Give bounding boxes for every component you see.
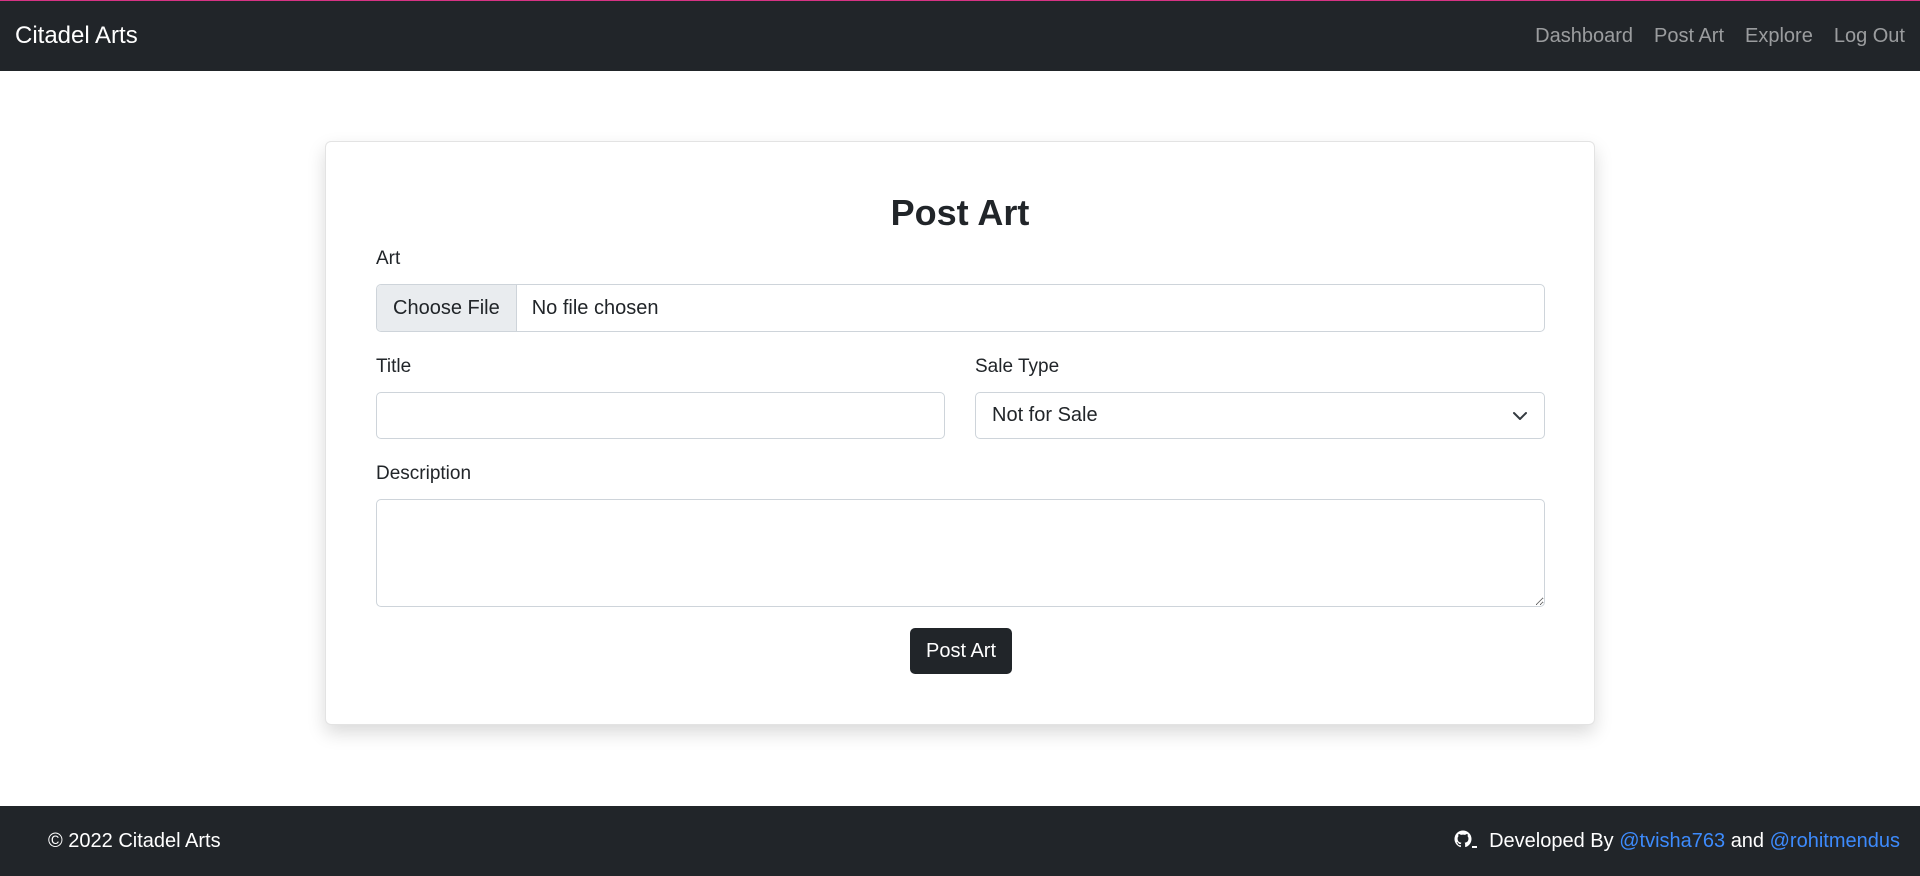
file-status-text: No file chosen <box>531 296 659 319</box>
title-input[interactable] <box>376 392 945 439</box>
page: Citadel Arts Dashboard Post Art Explore … <box>0 0 1920 876</box>
chevron-down-icon <box>1512 408 1528 424</box>
choose-file-button[interactable]: Choose File <box>377 285 517 331</box>
post-art-card: Post Art Art Choose File No file chosen … <box>325 141 1595 725</box>
brand-link[interactable]: Citadel Arts <box>15 22 138 50</box>
developed-by-text: Developed By <box>1489 829 1614 852</box>
sale-type-label: Sale Type <box>975 356 1060 377</box>
sale-type-select[interactable]: Not for Sale <box>975 392 1545 439</box>
post-art-button[interactable]: Post Art <box>910 628 1012 674</box>
developer-link-tvisha[interactable]: @tvisha763 <box>1619 830 1725 853</box>
description-textarea[interactable] <box>376 499 1545 607</box>
nav-links: Dashboard Post Art Explore Log Out <box>1514 25 1905 48</box>
developer-link-rohit[interactable]: @rohitmendus <box>1770 830 1900 853</box>
sale-type-value: Not for Sale <box>992 404 1098 426</box>
footer: © 2022 Citadel Arts Developed By @tvisha… <box>0 806 1920 876</box>
title-label: Title <box>376 356 412 377</box>
page-title: Post Art <box>890 192 1030 233</box>
nav-link-explore[interactable]: Explore <box>1745 25 1813 48</box>
description-label: Description <box>376 463 472 484</box>
navbar: Citadel Arts Dashboard Post Art Explore … <box>0 0 1920 71</box>
art-label: Art <box>376 248 401 269</box>
and-text: and <box>1730 829 1765 852</box>
copyright-text: © 2022 Citadel Arts <box>48 829 221 852</box>
art-file-input[interactable]: Choose File No file chosen <box>376 284 1545 332</box>
nav-link-post-art[interactable]: Post Art <box>1654 25 1724 48</box>
github-icon <box>1453 829 1479 853</box>
nav-link-dashboard[interactable]: Dashboard <box>1535 25 1633 48</box>
footer-credits: Developed By @tvisha763 and @rohitmendus <box>1453 829 1900 853</box>
nav-link-log-out[interactable]: Log Out <box>1834 25 1905 48</box>
